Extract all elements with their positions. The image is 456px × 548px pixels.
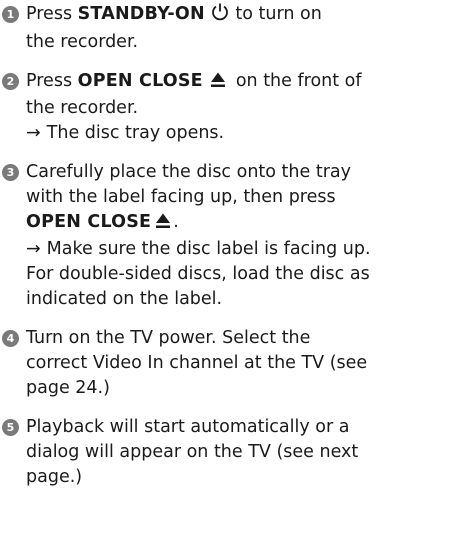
step-1-line-1: Press STANDBY-ON to turn on: [26, 2, 454, 30]
step-3-line-1: Carefully place the disc onto the tray: [26, 162, 351, 182]
step-5-line-2: dialog will appear on the TV (see next: [26, 442, 359, 462]
step-number-1: 1: [2, 6, 19, 23]
eject-icon: [155, 212, 171, 237]
step-4-line-1: Turn on the TV power. Select the: [26, 328, 311, 348]
arrow-icon: →: [26, 123, 41, 143]
open-close-button-label: OPEN CLOSE: [26, 212, 152, 232]
step-5-line-3: page.): [26, 467, 83, 487]
step-3-note: → Make sure the disc label is facing up.: [26, 239, 371, 259]
step-4-line-3: page 24.): [26, 378, 110, 398]
step-3-line-2: with the label facing up, then press: [26, 187, 336, 207]
step-3: 3 Carefully place the disc onto the tray…: [0, 160, 454, 312]
eject-icon: [210, 71, 226, 96]
instruction-steps: 1 Press STANDBY-ON to turn on the record…: [0, 2, 454, 490]
step-5: 5 Playback will start automatically or a…: [0, 415, 454, 490]
step-1: 1 Press STANDBY-ON to turn on the record…: [0, 2, 454, 55]
step-number-5: 5: [2, 419, 19, 436]
step-number-3: 3: [2, 164, 19, 181]
step-5-line-1: Playback will start automatically or a: [26, 417, 350, 437]
standby-on-button-label: STANDBY-ON: [77, 4, 205, 24]
step-3-extra-1: For double-sided discs, load the disc as: [26, 264, 370, 284]
step-2-line-1: Press OPEN CLOSE on the front of: [26, 69, 454, 96]
step-number-2: 2: [2, 73, 19, 90]
arrow-icon: →: [26, 239, 41, 259]
step-1-line-2: the recorder.: [26, 32, 139, 52]
step-3-extra-2: indicated on the label.: [26, 289, 223, 309]
step-number-4: 4: [2, 330, 19, 347]
open-close-button-label: OPEN CLOSE: [77, 71, 203, 91]
step-2-note: → The disc tray opens.: [26, 123, 225, 143]
step-2-line-2: the recorder.: [26, 98, 139, 118]
step-2: 2 Press OPEN CLOSE on the front of the re…: [0, 69, 454, 146]
step-4-line-2: correct Video In channel at the TV (see: [26, 353, 368, 373]
power-icon: [210, 2, 230, 30]
step-3-line-3: OPEN CLOSE.: [26, 210, 454, 237]
step-4: 4 Turn on the TV power. Select the corre…: [0, 326, 454, 401]
